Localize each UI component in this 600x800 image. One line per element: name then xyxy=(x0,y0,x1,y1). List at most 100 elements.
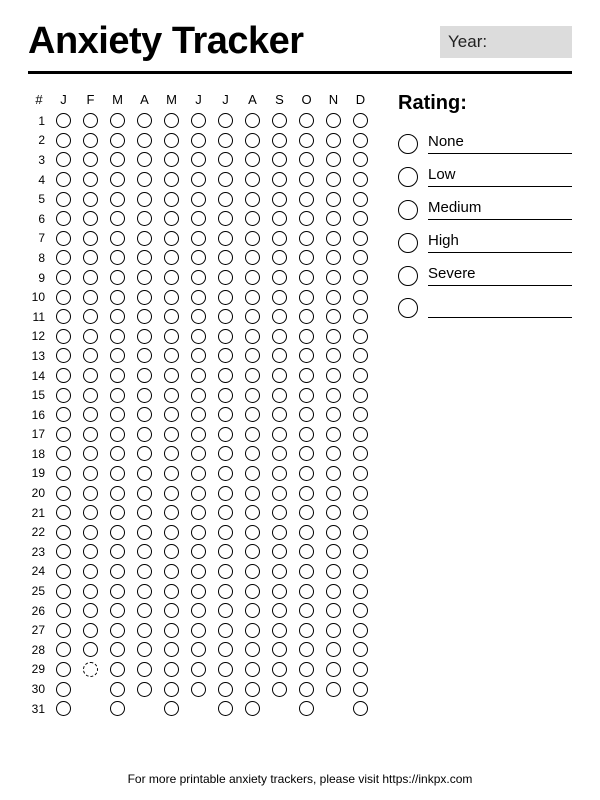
grid-cell[interactable] xyxy=(293,192,320,207)
grid-cell[interactable] xyxy=(104,290,131,305)
grid-cell[interactable] xyxy=(50,290,77,305)
grid-cell[interactable] xyxy=(266,290,293,305)
grid-cell[interactable] xyxy=(347,466,374,481)
grid-cell[interactable] xyxy=(347,329,374,344)
grid-cell[interactable] xyxy=(185,662,212,677)
grid-cell[interactable] xyxy=(131,525,158,540)
grid-cell[interactable] xyxy=(266,564,293,579)
grid-cell[interactable] xyxy=(158,309,185,324)
grid-cell[interactable] xyxy=(77,584,104,599)
grid-cell[interactable] xyxy=(239,603,266,618)
grid-cell[interactable] xyxy=(131,133,158,148)
grid-cell[interactable] xyxy=(212,309,239,324)
grid-cell[interactable] xyxy=(50,505,77,520)
grid-cell[interactable] xyxy=(77,211,104,226)
grid-cell[interactable] xyxy=(212,192,239,207)
grid-cell[interactable] xyxy=(212,152,239,167)
grid-cell[interactable] xyxy=(293,152,320,167)
grid-cell[interactable] xyxy=(320,388,347,403)
grid-cell[interactable] xyxy=(50,701,77,716)
grid-cell[interactable] xyxy=(104,623,131,638)
grid-cell[interactable] xyxy=(347,152,374,167)
grid-cell[interactable] xyxy=(104,388,131,403)
grid-cell[interactable] xyxy=(347,172,374,187)
grid-cell[interactable] xyxy=(131,544,158,559)
rating-label[interactable]: None xyxy=(428,133,572,154)
grid-cell[interactable] xyxy=(131,564,158,579)
grid-cell[interactable] xyxy=(158,682,185,697)
grid-cell[interactable] xyxy=(266,172,293,187)
grid-cell[interactable] xyxy=(239,270,266,285)
grid-cell[interactable] xyxy=(347,113,374,128)
grid-cell[interactable] xyxy=(158,544,185,559)
grid-cell[interactable] xyxy=(50,388,77,403)
circle-icon[interactable] xyxy=(398,298,418,318)
grid-cell[interactable] xyxy=(212,290,239,305)
grid-cell[interactable] xyxy=(185,603,212,618)
grid-cell[interactable] xyxy=(50,603,77,618)
grid-cell[interactable] xyxy=(293,544,320,559)
grid-cell[interactable] xyxy=(347,388,374,403)
grid-cell[interactable] xyxy=(293,407,320,422)
grid-cell[interactable] xyxy=(293,172,320,187)
grid-cell[interactable] xyxy=(131,270,158,285)
grid-cell[interactable] xyxy=(77,466,104,481)
grid-cell[interactable] xyxy=(293,427,320,442)
grid-cell[interactable] xyxy=(239,446,266,461)
circle-icon[interactable] xyxy=(398,134,418,154)
grid-cell[interactable] xyxy=(158,152,185,167)
grid-cell[interactable] xyxy=(158,407,185,422)
grid-cell[interactable] xyxy=(347,603,374,618)
rating-label[interactable]: Medium xyxy=(428,199,572,220)
grid-cell[interactable] xyxy=(320,486,347,501)
grid-cell[interactable] xyxy=(158,486,185,501)
grid-cell[interactable] xyxy=(104,544,131,559)
grid-cell[interactable] xyxy=(212,113,239,128)
grid-cell[interactable] xyxy=(158,250,185,265)
grid-cell[interactable] xyxy=(185,388,212,403)
grid-cell[interactable] xyxy=(77,525,104,540)
grid-cell[interactable] xyxy=(347,584,374,599)
grid-cell[interactable] xyxy=(320,603,347,618)
grid-cell[interactable] xyxy=(320,211,347,226)
grid-cell[interactable] xyxy=(266,427,293,442)
grid-cell[interactable] xyxy=(104,505,131,520)
grid-cell[interactable] xyxy=(266,329,293,344)
grid-cell[interactable] xyxy=(239,564,266,579)
grid-cell[interactable] xyxy=(131,388,158,403)
grid-cell[interactable] xyxy=(158,564,185,579)
grid-cell[interactable] xyxy=(77,427,104,442)
grid-cell[interactable] xyxy=(50,525,77,540)
grid-cell[interactable] xyxy=(239,211,266,226)
circle-icon[interactable] xyxy=(398,200,418,220)
grid-cell[interactable] xyxy=(347,564,374,579)
grid-cell[interactable] xyxy=(266,584,293,599)
grid-cell[interactable] xyxy=(185,544,212,559)
grid-cell[interactable] xyxy=(266,544,293,559)
grid-cell[interactable] xyxy=(50,133,77,148)
grid-cell[interactable] xyxy=(50,584,77,599)
grid-cell[interactable] xyxy=(131,192,158,207)
grid-cell[interactable] xyxy=(320,329,347,344)
grid-cell[interactable] xyxy=(212,466,239,481)
grid-cell[interactable] xyxy=(77,113,104,128)
grid-cell[interactable] xyxy=(212,172,239,187)
grid-cell[interactable] xyxy=(77,662,104,677)
grid-cell[interactable] xyxy=(266,466,293,481)
grid-cell[interactable] xyxy=(212,505,239,520)
grid-cell[interactable] xyxy=(50,623,77,638)
grid-cell[interactable] xyxy=(320,446,347,461)
grid-cell[interactable] xyxy=(158,525,185,540)
grid-cell[interactable] xyxy=(266,642,293,657)
grid-cell[interactable] xyxy=(158,133,185,148)
grid-cell[interactable] xyxy=(320,623,347,638)
grid-cell[interactable] xyxy=(104,486,131,501)
grid-cell[interactable] xyxy=(185,486,212,501)
grid-cell[interactable] xyxy=(185,270,212,285)
grid-cell[interactable] xyxy=(158,505,185,520)
grid-cell[interactable] xyxy=(77,329,104,344)
grid-cell[interactable] xyxy=(50,368,77,383)
grid-cell[interactable] xyxy=(50,309,77,324)
grid-cell[interactable] xyxy=(239,407,266,422)
grid-cell[interactable] xyxy=(320,368,347,383)
